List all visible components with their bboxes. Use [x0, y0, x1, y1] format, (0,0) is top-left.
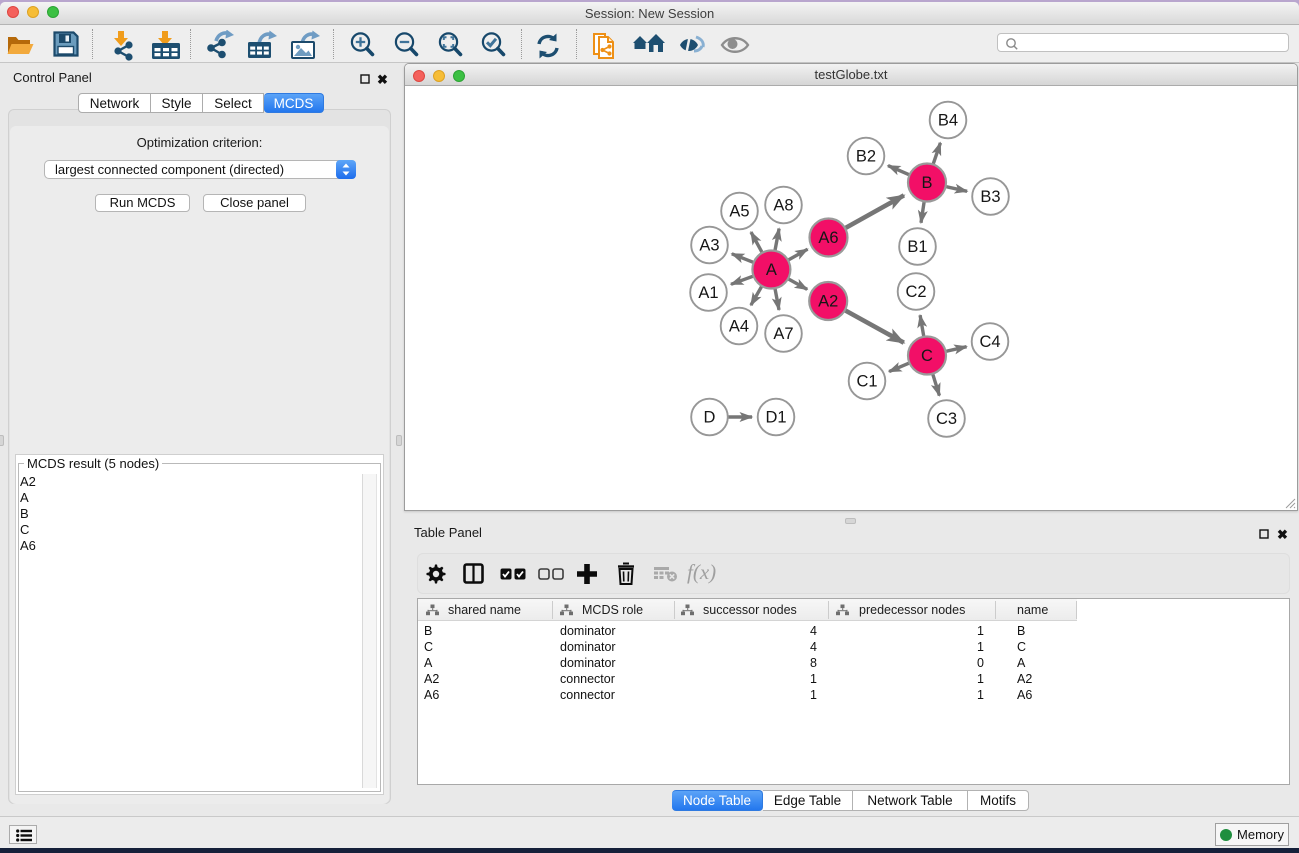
- svg-text:C2: C2: [905, 283, 926, 301]
- svg-text:B4: B4: [938, 112, 958, 130]
- svg-text:A: A: [766, 261, 777, 279]
- svg-text:C3: C3: [936, 410, 957, 428]
- svg-text:B: B: [921, 174, 932, 192]
- svg-text:A2: A2: [818, 293, 838, 311]
- svg-text:B1: B1: [907, 238, 927, 256]
- svg-text:B3: B3: [980, 188, 1000, 206]
- svg-text:C: C: [921, 347, 933, 365]
- svg-text:A3: A3: [699, 237, 719, 255]
- svg-text:A5: A5: [729, 203, 749, 221]
- svg-text:B2: B2: [856, 148, 876, 166]
- svg-text:A4: A4: [729, 318, 749, 336]
- svg-text:A1: A1: [698, 284, 718, 302]
- svg-text:C4: C4: [979, 333, 1000, 351]
- svg-text:A7: A7: [773, 325, 793, 343]
- svg-text:A8: A8: [773, 197, 793, 215]
- svg-text:A6: A6: [818, 229, 838, 247]
- svg-text:D1: D1: [765, 409, 786, 427]
- svg-text:D: D: [704, 409, 716, 427]
- svg-text:C1: C1: [856, 373, 877, 391]
